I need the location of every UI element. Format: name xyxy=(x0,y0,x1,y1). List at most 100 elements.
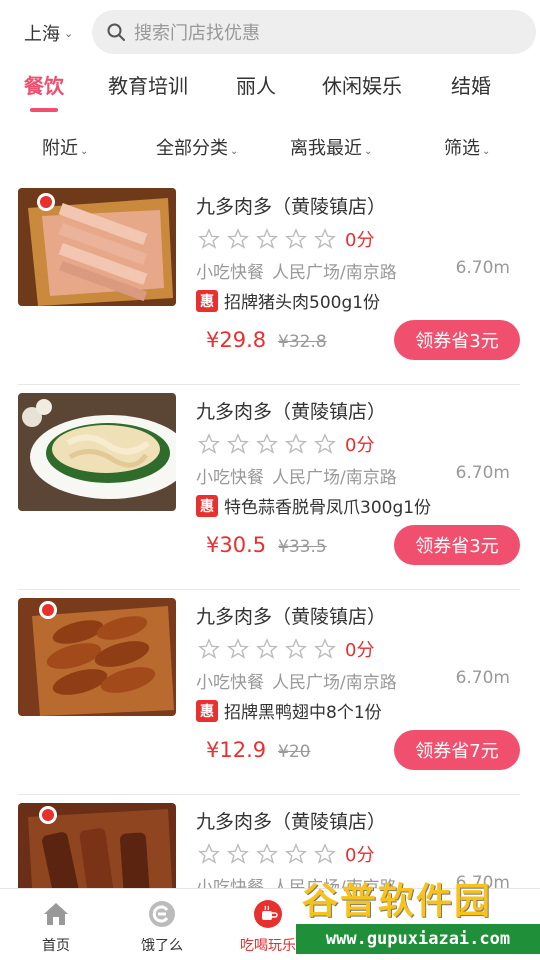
filter-nearby[interactable]: 附近 ⌄ xyxy=(42,134,88,160)
store-category: 小吃快餐 xyxy=(196,263,264,283)
store-category: 小吃快餐 xyxy=(196,468,264,488)
store-area: 人民广场/南京路 xyxy=(272,468,397,488)
star-icon xyxy=(285,843,307,864)
watermark-title: 谷普软件园 xyxy=(302,881,493,922)
rating: 0分 xyxy=(198,841,374,867)
original-price: ¥32.8 xyxy=(278,332,327,352)
original-price: ¥20 xyxy=(278,742,311,762)
original-price: ¥33.5 xyxy=(278,537,327,557)
store-category: 小吃快餐 xyxy=(196,673,264,693)
chevron-down-icon: ⌄ xyxy=(64,26,74,40)
deal-text: 招牌猪头肉500g1份 xyxy=(224,293,381,313)
store-title: 九多肉多（黄陵镇店） xyxy=(196,196,387,218)
store-meta: 小吃快餐人民广场/南京路 xyxy=(196,668,397,693)
star-icon xyxy=(256,843,278,864)
star-icon xyxy=(198,638,220,659)
star-icon xyxy=(198,228,220,249)
star-icon xyxy=(314,228,336,249)
chevron-down-icon: ⌄ xyxy=(80,146,89,157)
star-icon xyxy=(227,433,249,454)
score: 0分 xyxy=(345,435,375,456)
store-title: 九多肉多（黄陵镇店） xyxy=(196,401,387,423)
search-icon xyxy=(107,23,125,41)
tab-wedding[interactable]: 结婚 xyxy=(451,70,491,99)
rating: 0分 xyxy=(198,226,374,252)
store-title: 九多肉多（黄陵镇店） xyxy=(196,811,387,833)
score: 0分 xyxy=(345,230,375,251)
deal-row: 惠 招牌黑鸭翅中8个1份 xyxy=(196,698,382,723)
star-icon xyxy=(314,843,336,864)
distance: 6.70m xyxy=(455,668,510,688)
city-label: 上海 xyxy=(24,24,60,45)
list-item[interactable]: 九多肉多（黄陵镇店） 0分 小吃快餐 人民广场/南京路 6.70m 惠 招牌黑鸭翅… xyxy=(0,590,540,795)
store-area: 人民广场/南京路 xyxy=(272,263,397,283)
filter-sort[interactable]: 离我最近 ⌄ xyxy=(290,134,372,160)
deal-badge: 惠 xyxy=(196,699,218,722)
search-placeholder: 搜索门店找优惠 xyxy=(134,23,260,44)
store-title: 九多肉多（黄陵镇店） xyxy=(196,606,387,628)
store-meta: 小吃快餐人民广场/南京路 xyxy=(196,463,397,488)
star-icon xyxy=(227,843,249,864)
watermark-url: www.gupuxiazai.com xyxy=(296,924,540,954)
filter-label: 离我最近 xyxy=(290,138,362,159)
score: 0分 xyxy=(345,845,375,866)
tab-leisure[interactable]: 休闲娱乐 xyxy=(322,70,402,99)
deal-text: 特色蒜香脱骨凤爪300g1份 xyxy=(224,498,432,518)
star-icon xyxy=(285,228,307,249)
store-area: 人民广场/南京路 xyxy=(272,673,397,693)
search-input[interactable]: 搜索门店找优惠 xyxy=(92,10,536,54)
filter-label: 全部分类 xyxy=(156,138,228,159)
deal-text: 招牌黑鸭翅中8个1份 xyxy=(224,703,382,723)
filter-label: 筛选 xyxy=(444,138,480,159)
deal-row: 惠 招牌猪头肉500g1份 xyxy=(196,288,380,313)
star-icon xyxy=(285,433,307,454)
filter-label: 附近 xyxy=(42,138,78,159)
eleme-icon xyxy=(149,901,175,927)
filter-bar: 附近 ⌄ 全部分类 ⌄ 离我最近 ⌄ 筛选 ⌄ xyxy=(0,124,540,168)
nav-home[interactable]: 首页 xyxy=(16,899,96,955)
nav-eleme[interactable]: 饿了么 xyxy=(122,899,202,955)
price: ¥30.5 xyxy=(206,533,267,557)
star-icon xyxy=(256,638,278,659)
star-icon xyxy=(198,433,220,454)
food-image xyxy=(18,393,176,511)
tab-education[interactable]: 教育培训 xyxy=(108,70,188,99)
price: ¥29.8 xyxy=(206,328,267,352)
chevron-down-icon: ⌄ xyxy=(364,146,373,157)
star-icon xyxy=(227,638,249,659)
nav-label: 首页 xyxy=(42,938,70,954)
filter-category[interactable]: 全部分类 ⌄ xyxy=(156,134,238,160)
star-icon xyxy=(256,228,278,249)
star-icon xyxy=(256,433,278,454)
star-icon xyxy=(227,228,249,249)
chevron-down-icon: ⌄ xyxy=(482,146,491,157)
coupon-button[interactable]: 领券省3元 xyxy=(394,320,520,360)
list-item[interactable]: 九多肉多（黄陵镇店） 0分 小吃快餐 人民广场/南京路 6.70m 惠 特色蒜香脱… xyxy=(0,385,540,590)
deal-row: 惠 特色蒜香脱骨凤爪300g1份 xyxy=(196,493,431,518)
star-icon xyxy=(314,638,336,659)
list-item[interactable]: 九多肉多（黄陵镇店） 0分 小吃快餐 人民广场/南京路 6.70m 惠 招牌猪头肉… xyxy=(0,180,540,385)
distance: 6.70m xyxy=(455,258,510,278)
score: 0分 xyxy=(345,640,375,661)
chevron-down-icon: ⌄ xyxy=(230,146,239,157)
star-icon xyxy=(285,638,307,659)
coupon-button[interactable]: 领券省7元 xyxy=(394,730,520,770)
deal-badge: 惠 xyxy=(196,289,218,312)
nav-label: 饿了么 xyxy=(141,938,183,954)
star-icon xyxy=(198,843,220,864)
food-image xyxy=(18,598,176,716)
home-icon xyxy=(44,903,68,925)
category-tabs: 餐饮 教育培训 丽人 休闲娱乐 结婚 xyxy=(0,62,540,112)
filter-screen[interactable]: 筛选 ⌄ xyxy=(444,134,490,160)
tab-beauty[interactable]: 丽人 xyxy=(236,70,276,99)
tab-catering[interactable]: 餐饮 xyxy=(24,70,64,99)
distance: 6.70m xyxy=(455,463,510,483)
active-tab-indicator xyxy=(30,108,58,112)
rating: 0分 xyxy=(198,431,374,457)
price: ¥12.9 xyxy=(206,738,267,762)
star-icon xyxy=(314,433,336,454)
deal-badge: 惠 xyxy=(196,494,218,517)
cup-icon xyxy=(254,900,282,928)
city-selector[interactable]: 上海 ⌄ xyxy=(24,20,73,46)
coupon-button[interactable]: 领券省3元 xyxy=(394,525,520,565)
